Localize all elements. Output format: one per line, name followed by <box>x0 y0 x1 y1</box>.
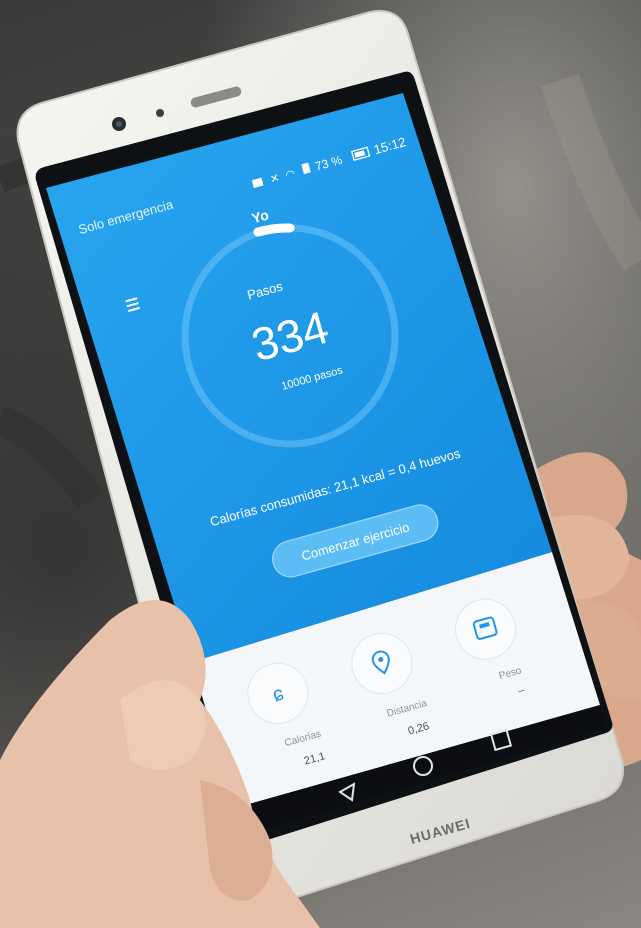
phone: Solo emergencia ✕ ◠ 73 % 15:12 Yo Pasos … <box>0 10 641 928</box>
